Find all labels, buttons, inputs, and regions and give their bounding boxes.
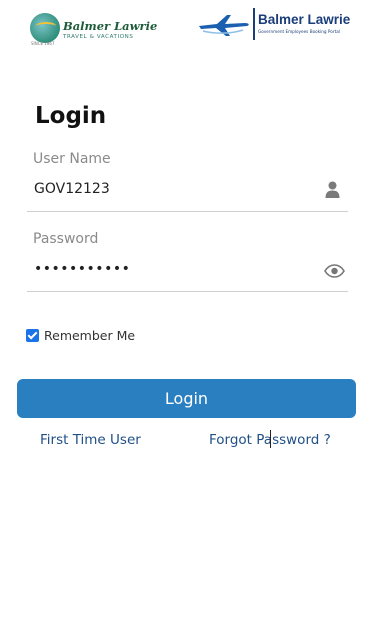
password-underline — [27, 291, 348, 292]
left-logo-tagline: TRAVEL & VACATIONS — [63, 34, 134, 40]
globe-logo-icon — [30, 13, 60, 43]
text-cursor — [270, 430, 271, 448]
balmer-lawrie-travel-logo: Balmer Lawrie TRAVEL & VACATIONS SINCE 1… — [30, 13, 157, 47]
left-logo-brand: Balmer Lawrie — [63, 19, 158, 33]
password-label: Password — [33, 231, 99, 247]
username-underline — [27, 211, 348, 212]
airplane-logo-icon — [199, 15, 249, 36]
right-logo-brand: Balmer Lawrie — [258, 12, 351, 27]
username-input[interactable]: GOV12123 — [34, 181, 110, 197]
first-time-user-link[interactable]: First Time User — [40, 432, 141, 448]
remember-me-checkbox[interactable] — [26, 329, 39, 342]
remember-me-label[interactable]: Remember Me — [44, 328, 135, 343]
balmer-lawrie-govt-portal-logo: Balmer Lawrie Government Employees Booki… — [195, 8, 365, 42]
user-icon — [325, 181, 340, 198]
eye-icon[interactable] — [324, 264, 345, 278]
right-logo-tagline: Government Employees Booking Portal — [258, 29, 340, 34]
remember-me-checkbox-row[interactable]: Remember Me — [26, 328, 135, 343]
username-label: User Name — [33, 151, 111, 167]
page-title: Login — [35, 103, 107, 129]
logo-divider — [253, 8, 255, 40]
login-button[interactable]: Login — [17, 379, 356, 418]
left-logo-since: SINCE 1867 — [31, 41, 55, 46]
password-input[interactable]: ••••••••••• — [34, 261, 130, 277]
